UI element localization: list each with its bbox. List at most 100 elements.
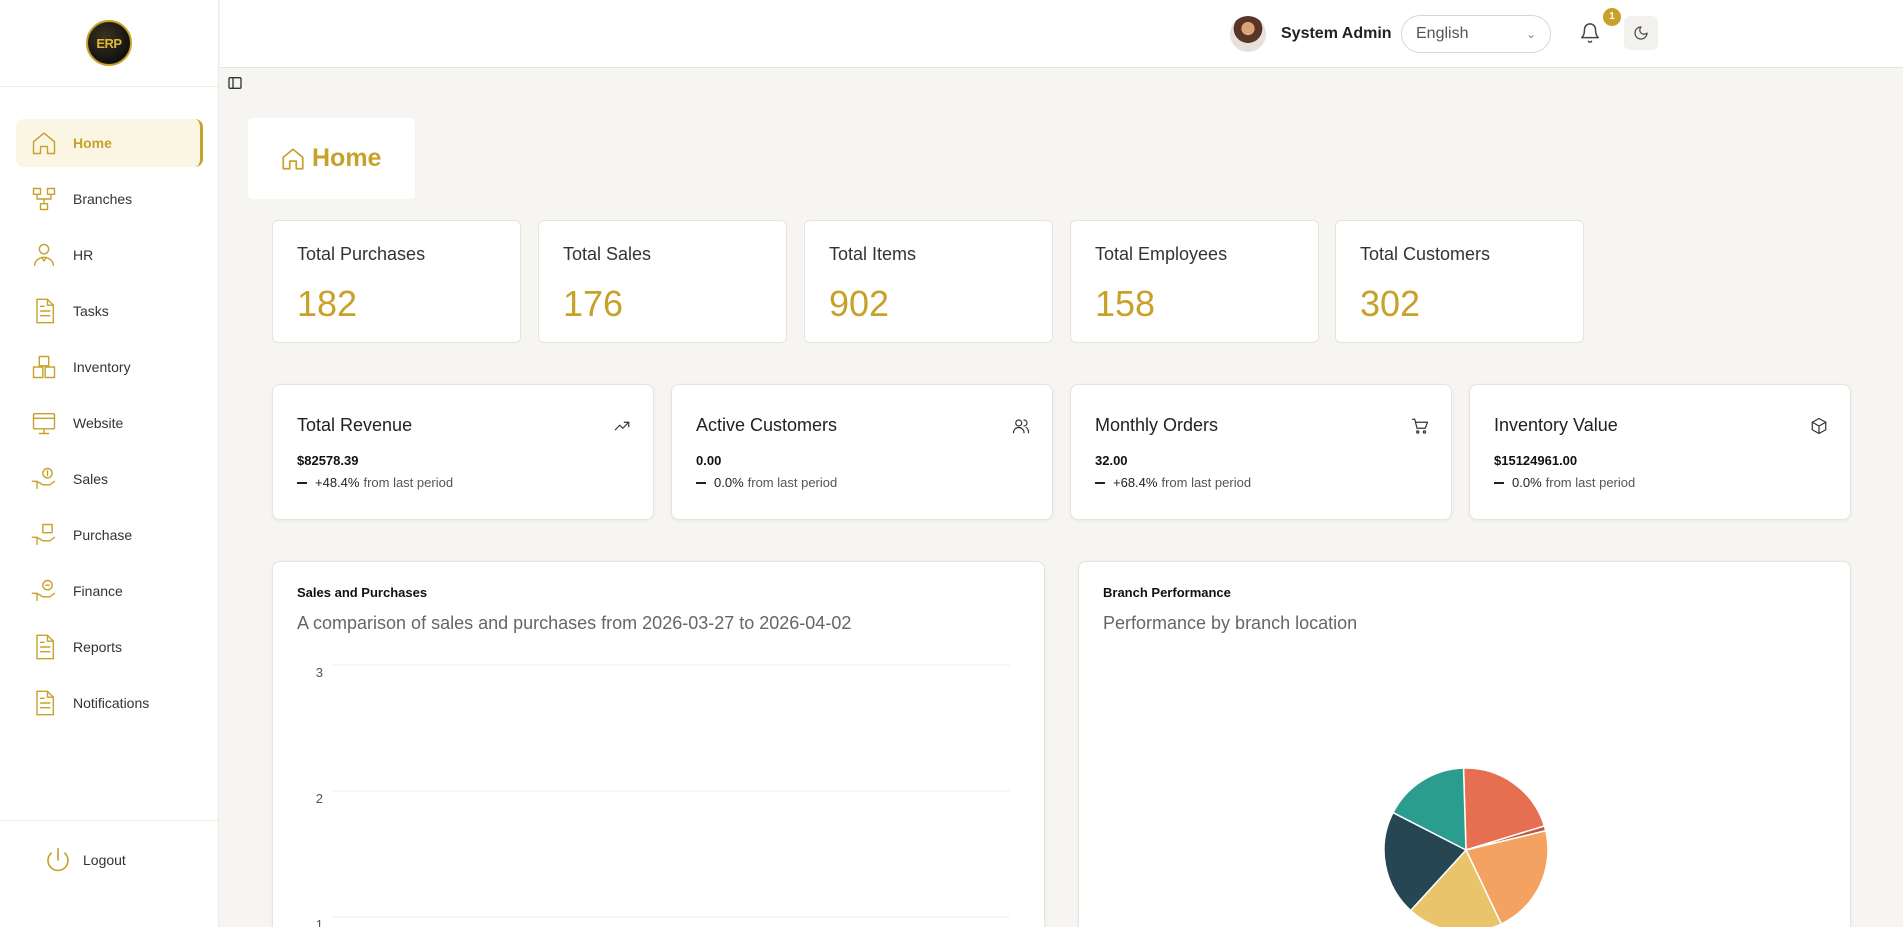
user-avatar[interactable] [1230,16,1266,52]
sidebar-nav: Home Branches HR Tasks Inventory Website Sales… [16,119,203,735]
logo-area: ERP [0,0,218,87]
kpi-card-total-revenue: Total Revenue $82578.39 +48.4% from last pe… [272,384,654,520]
sidebar-item-notifications[interactable]: Notifications [16,679,203,727]
sidebar-item-label: Finance [73,583,123,599]
page-title-text: Home [312,144,382,172]
language-value: English [1416,25,1469,42]
sales-purchases-chart: 3 2 1 [316,664,1010,927]
sidebar-item-purchase[interactable]: Purchase [16,511,203,559]
home-icon [282,147,304,170]
home-icon-wrap [29,128,59,158]
sidebar-item-label: Tasks [73,303,109,319]
hr-icon-wrap [29,240,59,270]
kpi-icon [1012,417,1030,435]
stat-card-total-sales: Total Sales 176 [538,220,787,343]
document-icon-wrap [29,296,59,326]
sidebar-item-home[interactable]: Home [16,119,203,167]
kpi-label: Active Customers [696,415,838,435]
kpi-change: 0.0% from last period [696,475,1028,490]
kpi-change-suffix: from last period [363,475,454,490]
kpi-card-active-customers: Active Customers 0.00 0.0% from last period [671,384,1053,520]
document-icon-wrap [29,688,59,718]
branches-icon-wrap [29,184,59,214]
dash-icon [297,481,307,484]
moon-icon [1634,26,1648,40]
dash-icon [1095,481,1105,484]
document-icon [36,298,55,324]
kpi-icon [1411,417,1429,435]
document-icon-wrap [29,632,59,662]
dash-icon [696,481,706,484]
branch-performance-pie-chart [1383,767,1549,927]
stat-label: Total Items [829,244,917,264]
language-select[interactable]: English ⌄ [1401,15,1551,53]
stat-card-total-items: Total Items 902 [804,220,1053,343]
website-icon [32,412,56,435]
kpi-change-suffix: from last period [747,475,838,490]
logout-label: Logout [83,852,126,868]
stat-label: Total Purchases [297,244,426,264]
sidebar-item-label: Purchase [73,527,133,543]
users-icon [1012,419,1030,434]
cart-icon [1411,418,1429,434]
sidebar: ERP Home Branches HR Tasks Inventory Website S… [0,0,219,927]
stat-label: Total Customers [1360,244,1491,264]
sidebar-item-label: Website [73,415,124,431]
dash-icon [1494,481,1504,484]
sidebar-item-website[interactable]: Website [16,399,203,447]
sidebar-item-label: Sales [73,471,109,487]
kpi-change-value: 0.0% [714,475,744,490]
theme-toggle-button[interactable] [1624,16,1658,50]
stat-value: 176 [563,283,624,324]
finance-icon [31,579,56,602]
kpi-change-value: +48.4% [315,475,360,490]
username: System Admin [1281,25,1392,42]
inventory-icon [32,355,56,379]
document-icon [36,634,55,660]
kpi-card-monthly-orders: Monthly Orders 32.00 +68.4% from last perio… [1070,384,1452,520]
kpi-card-inventory-value: Inventory Value $15124961.00 0.0% from last… [1469,384,1851,520]
box-icon [1811,417,1827,435]
sales-purchases-panel: Sales and Purchases A comparison of sale… [272,561,1045,927]
kpi-value: $15124961.00 [1494,453,1578,468]
erp-logo[interactable]: ERP [86,20,132,66]
y-tick-label: 1 [316,917,323,927]
kpi-icon [613,417,631,435]
logout-area: Logout [0,820,219,927]
sidebar-item-tasks[interactable]: Tasks [16,287,203,335]
sidebar-item-sales[interactable]: Sales [16,455,203,503]
sidebar-item-hr[interactable]: HR [16,231,203,279]
sidebar-item-label: Reports [73,639,123,655]
branches-icon [32,187,56,211]
website-icon-wrap [29,408,59,438]
logout-button[interactable]: Logout [43,845,126,875]
kpi-change-value: +68.4% [1113,475,1158,490]
purchase-icon-wrap [29,520,59,550]
sales-icon [31,467,56,490]
kpi-change: 0.0% from last period [1494,475,1826,490]
sidebar-item-inventory[interactable]: Inventory [16,343,203,391]
stat-card-total-employees: Total Employees 158 [1070,220,1319,343]
sales-icon-wrap [29,464,59,494]
sidebar-item-label: Home [73,135,112,151]
kpi-value: 0.00 [696,453,722,468]
sidebar-item-finance[interactable]: Finance [16,567,203,615]
home-icon [32,132,56,155]
kpi-value: 32.00 [1095,453,1128,468]
stat-label: Total Sales [563,244,652,264]
bell-icon[interactable] [1579,22,1601,44]
sidebar-toggle-icon[interactable] [227,75,243,91]
kpi-label: Monthly Orders [1095,415,1219,435]
sidebar-item-reports[interactable]: Reports [16,623,203,671]
stat-value: 902 [829,283,890,324]
chevron-down-icon: ⌄ [1525,27,1536,41]
finance-icon-wrap [29,576,59,606]
kpi-change-suffix: from last period [1161,475,1252,490]
sidebar-item-branches[interactable]: Branches [16,175,203,223]
branch-performance-panel: Branch Performance Performance by branch… [1078,561,1851,927]
y-tick-label: 2 [316,791,323,806]
sidebar-item-label: Inventory [73,359,131,375]
kpi-change: +48.4% from last period [297,475,629,490]
sidebar-item-label: Notifications [73,695,150,711]
kpi-value: $82578.39 [297,453,359,468]
